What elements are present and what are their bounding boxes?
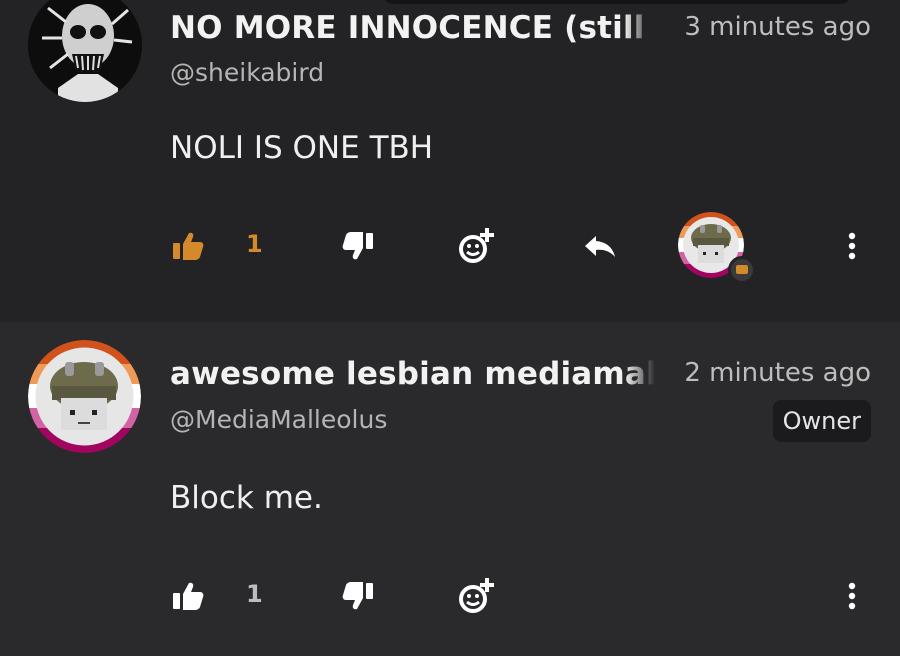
avatar[interactable] (28, 0, 142, 102)
author-handle[interactable]: @MediaMalleolus (170, 405, 387, 434)
avatar[interactable] (28, 340, 141, 453)
comment-text: NOLI IS ONE TBH (170, 130, 434, 166)
more-options-button[interactable] (834, 216, 870, 276)
dislike-button[interactable] (334, 566, 382, 626)
author-name[interactable]: awesome lesbian mediamalle (170, 356, 655, 392)
more-options-button[interactable] (834, 566, 870, 626)
like-button[interactable] (164, 216, 212, 276)
reply-icon (583, 234, 617, 258)
comment: NO MORE INNOCENCE (still 3 minutes ago @… (0, 0, 900, 322)
like-count: 1 (246, 580, 263, 608)
add-emoji-icon (456, 576, 496, 616)
timestamp: 2 minutes ago (684, 358, 871, 388)
author-name[interactable]: NO MORE INNOCENCE (still (170, 10, 654, 46)
thumbs-down-icon (342, 231, 374, 261)
timestamp: 3 minutes ago (684, 12, 871, 42)
more-options-icon (848, 232, 856, 260)
comment: awesome lesbian mediamalle 2 minutes ago… (0, 322, 900, 656)
like-count: 1 (246, 230, 263, 258)
dislike-button[interactable] (334, 216, 382, 276)
thumbs-up-icon (172, 581, 204, 611)
like-button[interactable] (164, 566, 212, 626)
add-reaction-button[interactable] (452, 566, 500, 626)
comment-actions: 1 (0, 566, 900, 626)
header-edge (382, 0, 852, 4)
reply-badge-icon (728, 256, 756, 284)
thumbs-up-icon (172, 231, 204, 261)
add-reaction-button[interactable] (452, 216, 500, 276)
comment-text: Block me. (170, 480, 323, 516)
author-handle[interactable]: @sheikabird (170, 58, 324, 87)
thumbs-down-icon (342, 581, 374, 611)
more-options-icon (848, 582, 856, 610)
reply-author-avatar[interactable] (678, 212, 758, 292)
comment-actions: 1 (0, 212, 900, 284)
owner-badge: Owner (772, 400, 871, 442)
reply-button[interactable] (578, 216, 622, 276)
add-emoji-icon (456, 226, 496, 266)
